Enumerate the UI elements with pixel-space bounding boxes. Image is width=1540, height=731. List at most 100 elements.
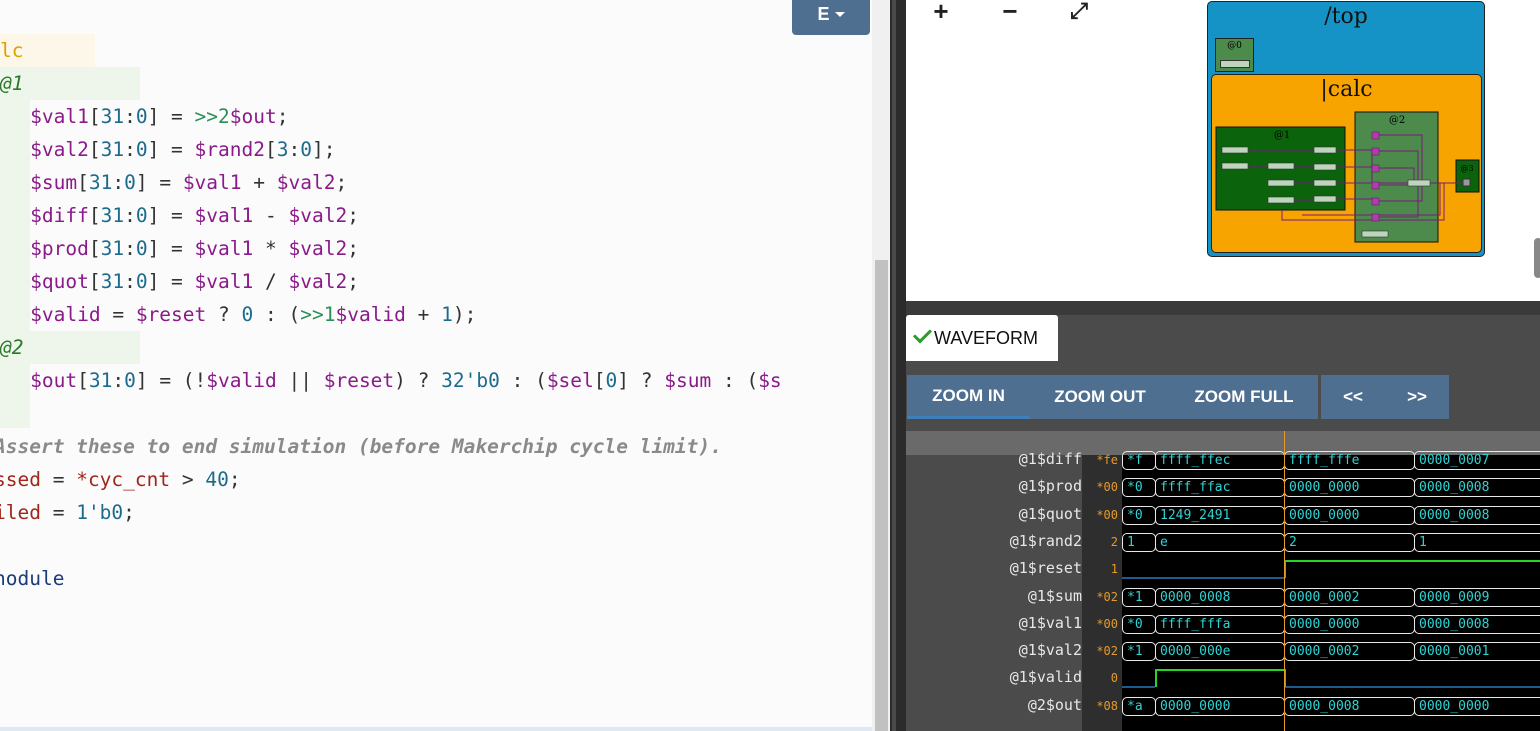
bit-segment[interactable] <box>1284 686 1414 689</box>
code-token: ? <box>206 303 242 326</box>
bus-segment[interactable]: 0000_0000 <box>1284 614 1415 634</box>
code-line[interactable]: $out[31:0] = (!$valid || $reset) ? 32'b0… <box>0 364 782 397</box>
bus-segment[interactable]: e <box>1155 532 1285 552</box>
bus-segment[interactable]: *0 <box>1122 505 1156 525</box>
code-token: + <box>241 171 277 194</box>
zoom-full-button[interactable]: ZOOM FULL <box>1170 375 1318 419</box>
code-line[interactable]: @2 <box>0 331 23 364</box>
bit-segment[interactable] <box>1414 560 1540 563</box>
stage-0-label: @0 <box>1227 41 1242 51</box>
code-line[interactable]: $quot[31:0] = $val1 / $val2; <box>0 265 359 298</box>
code-line[interactable]: $val2[31:0] = $rand2[3:0]; <box>0 133 335 166</box>
signal-name[interactable]: @1$val2 <box>906 641 1082 659</box>
code-line[interactable]: $val1[31:0] = >>2$out; <box>0 100 288 133</box>
bus-segment[interactable]: 0000_0008 <box>1414 505 1540 525</box>
tab-waveform[interactable]: WAVEFORM <box>906 315 1058 361</box>
bus-segment[interactable]: 0000_0000 <box>1414 696 1540 716</box>
prev-button[interactable]: << <box>1321 375 1385 419</box>
code-token: = <box>40 501 77 524</box>
signal-name[interactable]: @2$out <box>906 696 1082 714</box>
bit-segment[interactable] <box>1155 669 1284 672</box>
code-line[interactable]: iled = 1'b0; <box>0 496 135 529</box>
pane-divider[interactable] <box>906 301 1540 315</box>
bus-segment[interactable]: 0000_0002 <box>1284 642 1415 662</box>
zoom-in-button[interactable]: ZOOM IN <box>907 375 1030 419</box>
signal-name[interactable]: @1$prod <box>906 477 1082 495</box>
code-token: @1 <box>0 72 24 95</box>
bus-segment[interactable]: 1249_2491 <box>1155 505 1285 525</box>
scope-calc[interactable]: |calc @1 @2 @3 <box>1211 74 1482 253</box>
bit-segment[interactable] <box>1155 577 1284 580</box>
signal-name[interactable]: @1$diff <box>906 450 1082 468</box>
code-line[interactable]: $valid = $reset ? 0 : (>>1$valid + 1); <box>0 298 476 331</box>
pane-splitter[interactable] <box>890 0 906 731</box>
bus-segment[interactable]: 0000_0000 <box>1284 478 1415 498</box>
bus-segment[interactable]: ffff_fffa <box>1155 614 1285 634</box>
bus-segment[interactable]: 0000_0008 <box>1414 614 1540 634</box>
bus-segment[interactable]: 0000_0000 <box>1284 505 1415 525</box>
code-token: ; <box>335 171 348 194</box>
bus-segment[interactable]: ffff_ffac <box>1155 478 1285 498</box>
code-token: [ <box>77 171 89 194</box>
bus-segment[interactable]: *1 <box>1122 587 1156 607</box>
code-line[interactable]: $prod[31:0] = $val1 * $val2; <box>0 232 359 265</box>
bus-segment[interactable]: 0000_0008 <box>1155 587 1285 607</box>
zoom-in-icon[interactable]: + <box>924 0 958 26</box>
zoom-out-button[interactable]: ZOOM OUT <box>1030 375 1170 419</box>
bit-segment[interactable] <box>1122 686 1155 689</box>
bit-segment[interactable] <box>1122 577 1155 580</box>
signal-name[interactable]: @1$valid <box>906 668 1082 686</box>
bus-segment[interactable]: *a <box>1122 696 1156 716</box>
code-token: $val1 <box>194 270 254 293</box>
diagram-pane[interactable]: + − ⤢ /top @0 |calc @1 @2 @3 <box>906 0 1540 301</box>
bit-segment[interactable] <box>1414 686 1540 689</box>
bus-segment[interactable]: ffff_ffec <box>1155 451 1285 470</box>
code-line[interactable]: $sum[31:0] = $val1 + $val2; <box>0 166 347 199</box>
code-token: $val1 <box>194 237 254 260</box>
tab-waveform-label: WAVEFORM <box>934 328 1038 348</box>
bus-segment[interactable]: *0 <box>1122 478 1156 498</box>
editor-scrollbar-thumb[interactable] <box>875 260 888 731</box>
signal-name[interactable]: @1$reset <box>906 559 1082 577</box>
fit-icon[interactable]: ⤢ <box>1062 0 1096 26</box>
bit-segment[interactable] <box>1284 560 1414 563</box>
bus-segment[interactable]: 0000_0009 <box>1414 587 1540 607</box>
bus-segment[interactable]: 0000_0007 <box>1414 451 1540 470</box>
waveform-viewer[interactable]: @1$diff *fe *f ffff_ffec ffff_fffe 0000_0007 @… <box>906 431 1540 731</box>
bus-segment[interactable]: *f <box>1122 451 1156 470</box>
bus-segment[interactable]: 0000_0000 <box>1155 696 1285 716</box>
code-line[interactable]: lc <box>0 34 23 67</box>
bus-segment[interactable]: 2 <box>1284 532 1415 552</box>
bus-segment[interactable]: 1 <box>1122 532 1156 552</box>
code-line[interactable]: $diff[31:0] = $val1 - $val2; <box>0 199 359 232</box>
bus-segment[interactable]: 0000_0008 <box>1414 478 1540 498</box>
code-line[interactable]: nodule <box>0 562 64 595</box>
bus-segment[interactable]: 0000_000e <box>1155 642 1285 662</box>
signal-name[interactable]: @1$val1 <box>906 614 1082 632</box>
next-button[interactable]: >> <box>1385 375 1449 419</box>
signal-name[interactable]: @1$rand2 <box>906 532 1082 550</box>
zoom-out-icon[interactable]: − <box>993 0 1027 26</box>
code-line[interactable]: @1 <box>0 67 23 100</box>
bus-segment[interactable]: *0 <box>1122 614 1156 634</box>
scope-top-label: /top <box>1324 4 1368 29</box>
stage-0-block[interactable]: @0 <box>1215 38 1254 72</box>
code-editor[interactable]: lc @1 $val1[31:0] = >>2$out; $val2[31:0] … <box>0 0 872 731</box>
code-token: $val2 <box>288 237 348 260</box>
code-line[interactable]: Assert these to end simulation (before M… <box>0 430 722 463</box>
code-token: $val2 <box>276 171 336 194</box>
code-line[interactable]: ssed = *cyc_cnt > 40; <box>0 463 241 496</box>
time-cursor[interactable] <box>1284 431 1285 731</box>
bus-segment[interactable]: 0000_0008 <box>1284 696 1415 716</box>
signal-name[interactable]: @1$sum <box>906 587 1082 605</box>
bus-segment[interactable]: ffff_fffe <box>1284 451 1415 470</box>
scope-top[interactable]: /top @0 |calc @1 @2 @3 <box>1207 1 1485 257</box>
bus-segment[interactable]: 0000_0001 <box>1414 642 1540 662</box>
editor-menu-button[interactable]: E <box>792 0 870 35</box>
diagram-resize-handle[interactable] <box>1534 238 1540 278</box>
bus-segment[interactable]: *1 <box>1122 642 1156 662</box>
bus-segment[interactable]: 0000_0002 <box>1284 587 1415 607</box>
bus-segment[interactable]: 1 <box>1414 532 1540 552</box>
signal-name[interactable]: @1$quot <box>906 505 1082 523</box>
